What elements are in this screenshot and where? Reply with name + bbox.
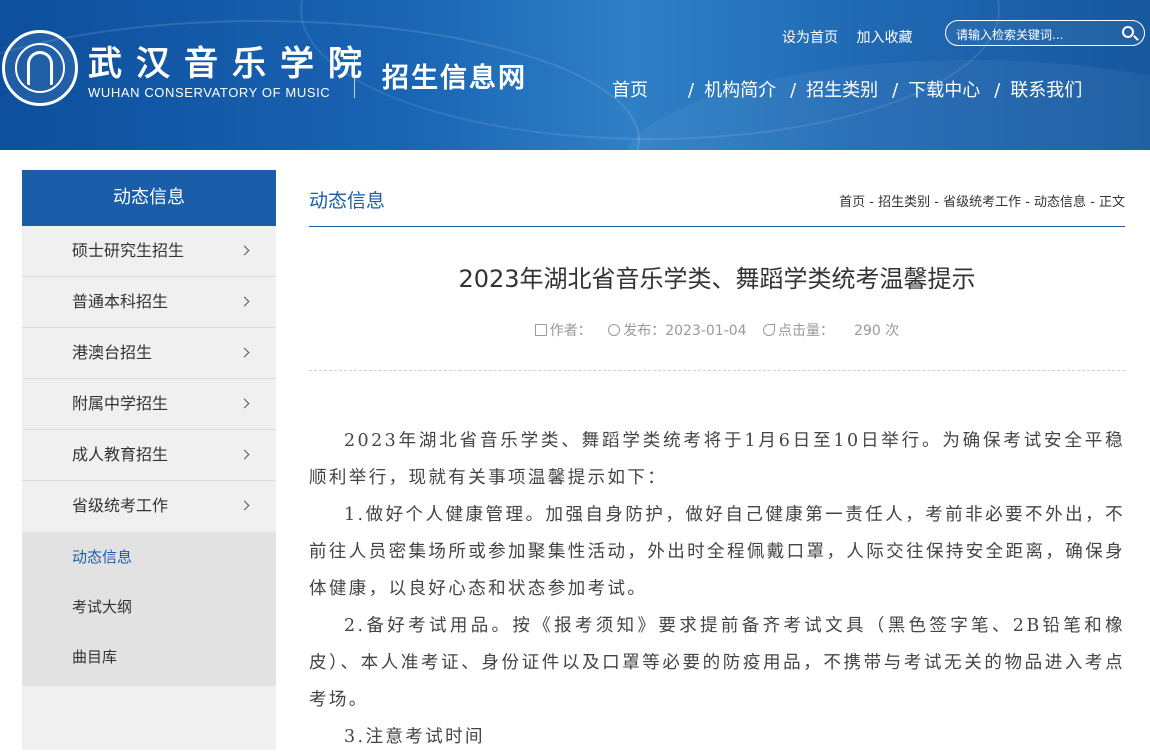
nav-separator: / (892, 80, 899, 101)
article-paragraph: 3.注意考试时间 (344, 727, 485, 747)
article-paragraph: 2.备好考试用品。按《报考须知》要求提前备齐考试文具（黑色签字笔、2B铅笔和橡皮… (309, 616, 1125, 710)
chevron-right-icon (239, 296, 250, 307)
sidebar-item-label: 港澳台招生 (72, 343, 153, 362)
main-content: 动态信息 首页 - 招生类别 - 省级统考工作 - 动态信息 - 正文 2023… (309, 170, 1125, 756)
article-paragraph: 1.做好个人健康管理。加强自身防护，做好自己健康第一责任人，考前非必要不外出，不… (309, 505, 1125, 599)
publish-date: 发布：2023-01-04 (623, 323, 747, 339)
search-input[interactable]: 请输入检索关键词... (945, 20, 1145, 46)
chevron-right-icon (239, 500, 250, 511)
meta-views: 点击量： 290 次 (763, 320, 899, 340)
nav-separator: / (688, 80, 695, 101)
views-icon (763, 324, 776, 336)
sidebar-item-label: 硕士研究生招生 (72, 241, 185, 260)
chevron-right-icon (239, 398, 250, 409)
sidebar-item-provincial-exam[interactable]: 省级统考工作 (22, 481, 276, 532)
sidebar: 动态信息 硕士研究生招生 普通本科招生 港澳台招生 附属中学招生 成人教育招生 … (22, 170, 276, 750)
sidebar-item-label: 成人教育招生 (72, 445, 169, 464)
section-title: 动态信息 (309, 190, 386, 212)
meta-author: 作者： (534, 320, 592, 340)
article-meta: 作者： 发布：2023-01-04 点击量： 290 次 (309, 320, 1125, 340)
sidebar-subitems: 动态信息 考试大纲 曲目库 (22, 532, 276, 686)
search-placeholder: 请输入检索关键词... (956, 28, 1064, 42)
main-nav: 首页 / 机构简介 / 招生类别 / 下载中心 / 联系我们 (612, 76, 1082, 102)
breadcrumb[interactable]: 首页 - 招生类别 - 省级统考工作 - 动态信息 - 正文 (839, 191, 1125, 210)
sidebar-item-affiliated-school[interactable]: 附属中学招生 (22, 379, 276, 430)
nav-contact[interactable]: 联系我们 (1010, 76, 1082, 102)
chevron-right-icon (239, 347, 250, 358)
content-header: 动态信息 首页 - 招生类别 - 省级统考工作 - 动态信息 - 正文 (309, 170, 1125, 227)
nav-separator: / (994, 80, 1001, 101)
sidebar-subitem-news[interactable]: 动态信息 (22, 532, 276, 582)
clock-icon (608, 324, 621, 336)
sidebar-item-undergraduate[interactable]: 普通本科招生 (22, 277, 276, 328)
logo-chinese-name[interactable]: 武汉音乐学院 (88, 36, 376, 85)
search-icon[interactable] (1122, 26, 1134, 38)
chevron-right-icon (239, 245, 250, 256)
meta-publish: 发布：2023-01-04 (608, 320, 747, 340)
nav-downloads[interactable]: 下载中心 (908, 76, 980, 102)
views-count: 290 次 (854, 323, 900, 339)
site-name[interactable]: 招生信息网 (382, 56, 527, 95)
school-emblem-icon[interactable] (2, 30, 78, 106)
add-favorite-link[interactable]: 加入收藏 (856, 30, 912, 46)
sidebar-item-graduate[interactable]: 硕士研究生招生 (22, 226, 276, 277)
article-body: 2023年湖北省音乐学类、舞蹈学类统考将于1月6日至10日举行。为确保考试安全平… (309, 423, 1125, 756)
sidebar-item-label: 省级统考工作 (72, 496, 169, 515)
site-header: 武汉音乐学院 WUHAN CONSERVATORY OF MUSIC 招生信息网… (0, 0, 1150, 150)
sidebar-subitem-syllabus[interactable]: 考试大纲 (22, 582, 276, 632)
article-paragraph: 2023年湖北省音乐学类、舞蹈学类统考将于1月6日至10日举行。为确保考试安全平… (309, 431, 1125, 488)
set-homepage-link[interactable]: 设为首页 (782, 30, 838, 46)
top-links: 设为首页 加入收藏 (782, 27, 926, 47)
author-label: 作者： (549, 323, 592, 339)
sidebar-item-label: 普通本科招生 (72, 292, 169, 311)
logo-english-name[interactable]: WUHAN CONSERVATORY OF MUSIC (88, 85, 330, 100)
nav-admission-types[interactable]: 招生类别 (806, 76, 878, 102)
nav-about[interactable]: 机构简介 (704, 76, 776, 102)
sidebar-subitem-repertoire[interactable]: 曲目库 (22, 632, 276, 682)
sidebar-title: 动态信息 (22, 170, 276, 226)
sidebar-item-hk-macao-taiwan[interactable]: 港澳台招生 (22, 328, 276, 379)
logo-divider (354, 52, 355, 98)
views-label: 点击量： (778, 323, 835, 339)
nav-separator: / (790, 80, 797, 101)
chevron-right-icon (239, 449, 250, 460)
sidebar-item-adult-education[interactable]: 成人教育招生 (22, 430, 276, 481)
document-icon (534, 324, 547, 336)
nav-home[interactable]: 首页 (612, 76, 648, 102)
sidebar-item-label: 附属中学招生 (72, 394, 169, 413)
harp-icon (27, 51, 53, 85)
article-title: 2023年湖北省音乐学类、舞蹈学类统考温馨提示 (458, 265, 976, 293)
divider (309, 370, 1125, 371)
